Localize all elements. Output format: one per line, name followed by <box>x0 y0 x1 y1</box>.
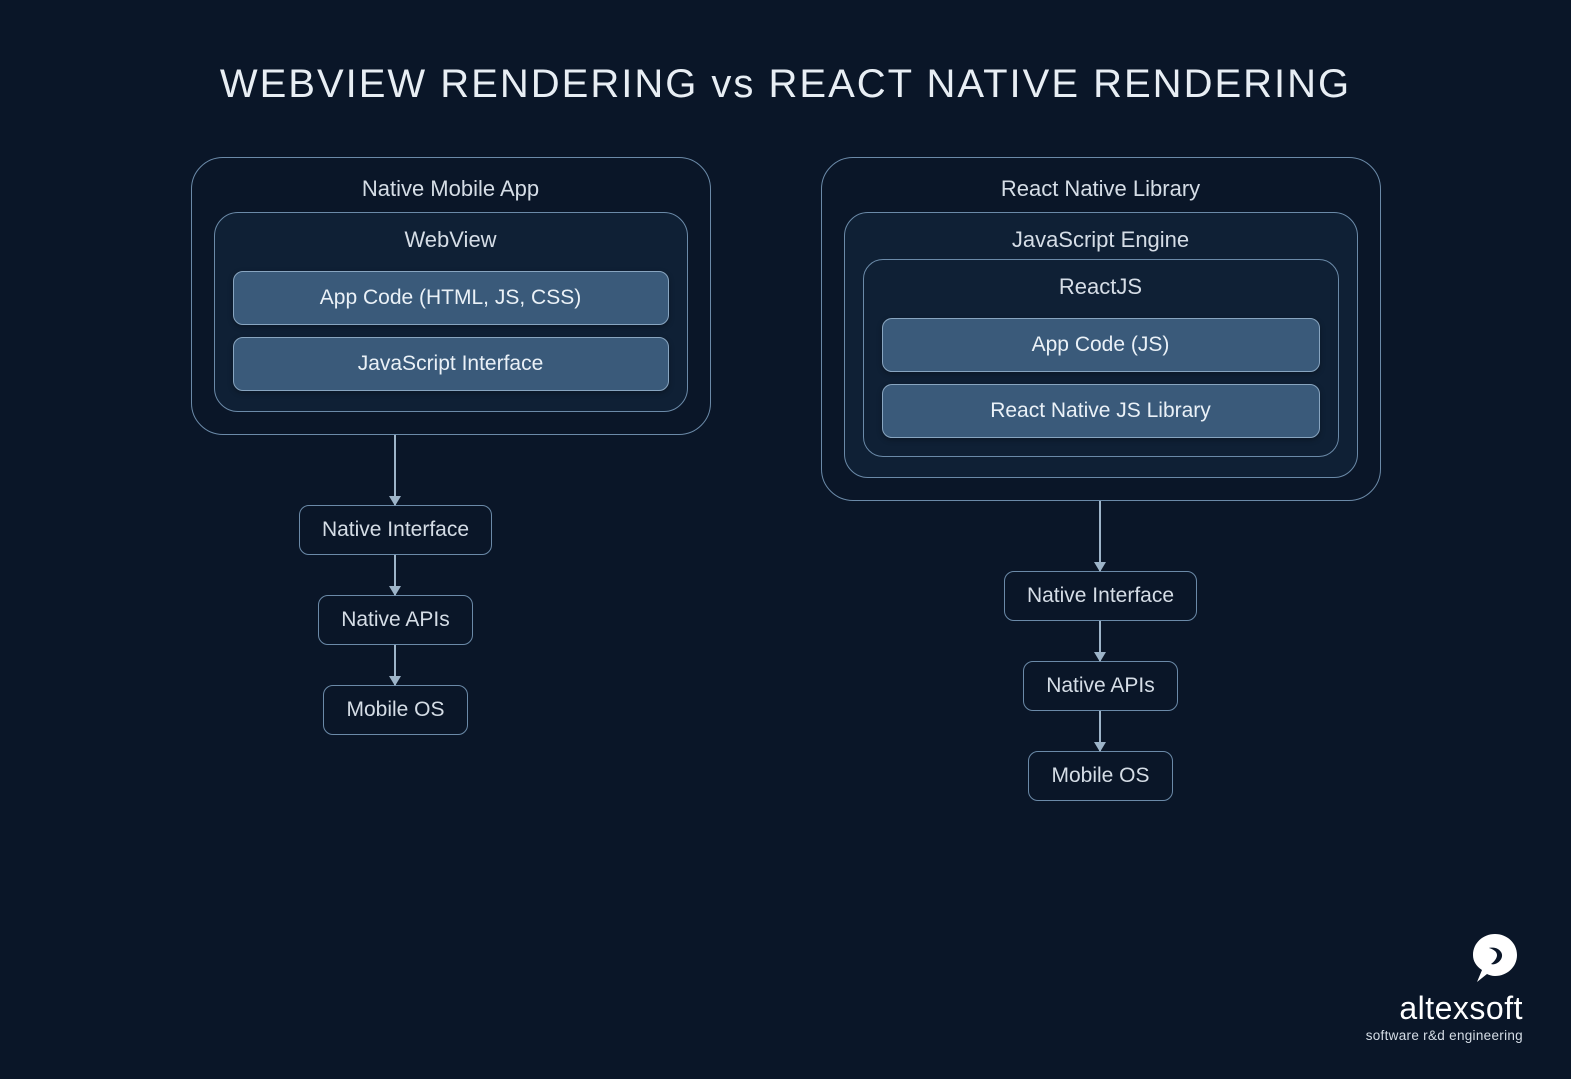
altexsoft-logo: altexsoft software r&d engineering <box>1366 930 1523 1043</box>
js-engine-box: JavaScript Engine ReactJS App Code (JS) … <box>844 212 1358 478</box>
rn-js-library-box: React Native JS Library <box>882 384 1320 438</box>
arrow-icon <box>394 555 396 595</box>
mobile-os-box: Mobile OS <box>1028 751 1172 801</box>
js-engine-label: JavaScript Engine <box>863 223 1339 259</box>
native-mobile-app-box: Native Mobile App WebView App Code (HTML… <box>191 157 711 435</box>
react-native-column: React Native Library JavaScript Engine R… <box>821 157 1381 801</box>
arrow-icon <box>1099 621 1101 661</box>
native-apis-box: Native APIs <box>1023 661 1178 711</box>
mobile-os-box: Mobile OS <box>323 685 467 735</box>
reactjs-box: ReactJS App Code (JS) React Native JS Li… <box>863 259 1339 457</box>
react-native-library-box: React Native Library JavaScript Engine R… <box>821 157 1381 501</box>
arrow-icon <box>1099 501 1101 571</box>
app-code-js-box: App Code (JS) <box>882 318 1320 372</box>
reactjs-label: ReactJS <box>882 270 1320 306</box>
js-interface-box: JavaScript Interface <box>233 337 669 391</box>
arrow-icon <box>394 645 396 685</box>
native-interface-box: Native Interface <box>1004 571 1197 621</box>
altexsoft-logo-icon <box>1467 930 1523 986</box>
app-code-html-box: App Code (HTML, JS, CSS) <box>233 271 669 325</box>
altexsoft-name: altexsoft <box>1366 992 1523 1024</box>
webview-flow: Native Interface Native APIs Mobile OS <box>299 435 492 735</box>
react-native-library-label: React Native Library <box>844 170 1358 212</box>
native-interface-box: Native Interface <box>299 505 492 555</box>
arrow-icon <box>1099 711 1101 751</box>
native-apis-box: Native APIs <box>318 595 473 645</box>
react-native-flow: Native Interface Native APIs Mobile OS <box>1004 501 1197 801</box>
webview-box: WebView App Code (HTML, JS, CSS) JavaScr… <box>214 212 688 412</box>
webview-column: Native Mobile App WebView App Code (HTML… <box>191 157 711 801</box>
diagram-columns: Native Mobile App WebView App Code (HTML… <box>0 157 1571 801</box>
webview-label: WebView <box>233 223 669 259</box>
altexsoft-tagline: software r&d engineering <box>1366 1028 1523 1043</box>
diagram-title: WEBVIEW RENDERING vs REACT NATIVE RENDER… <box>0 0 1571 107</box>
arrow-icon <box>394 435 396 505</box>
native-mobile-app-label: Native Mobile App <box>214 170 688 212</box>
